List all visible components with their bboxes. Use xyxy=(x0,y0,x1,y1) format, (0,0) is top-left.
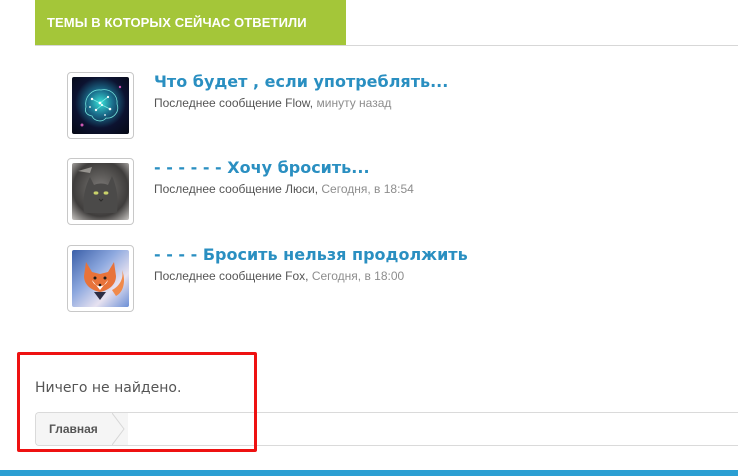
avatar[interactable] xyxy=(67,158,134,225)
highlight-box xyxy=(17,352,257,452)
neural-brain-avatar-icon xyxy=(72,77,129,134)
thread-last-post: Последнее сообщение Fox, Сегодня, в 18:0… xyxy=(154,269,404,283)
thread-item: Что будет , если употреблять... Последне… xyxy=(67,72,738,139)
footer-bar xyxy=(0,470,738,476)
last-post-time: Сегодня, в 18:54 xyxy=(321,182,414,196)
thread-title-link[interactable]: - - - - Бросить нельзя продолжить xyxy=(154,245,468,264)
thread-title-link[interactable]: Что будет , если употреблять... xyxy=(154,72,448,91)
cat-avatar-icon xyxy=(72,163,129,220)
thread-item: - - - - - - Хочу бросить... Последнее со… xyxy=(67,158,738,225)
thread-title-link[interactable]: - - - - - - Хочу бросить... xyxy=(154,158,370,177)
last-post-time: минуту назад xyxy=(316,96,392,110)
section-divider xyxy=(35,45,738,46)
last-post-author: Последнее сообщение Flow, xyxy=(154,96,314,110)
avatar[interactable] xyxy=(67,245,134,312)
last-post-time: Сегодня, в 18:00 xyxy=(311,269,405,283)
avatar[interactable] xyxy=(67,72,134,139)
fox-avatar-icon xyxy=(72,250,129,307)
section-header: ТЕМЫ В КОТОРЫХ СЕЙЧАС ОТВЕТИЛИ xyxy=(35,0,346,45)
thread-last-post: Последнее сообщение Люси, Сегодня, в 18:… xyxy=(154,182,414,196)
thread-item: - - - - Бросить нельзя продолжить Послед… xyxy=(67,245,738,312)
last-post-author: Последнее сообщение Fox, xyxy=(154,269,309,283)
thread-last-post: Последнее сообщение Flow, минуту назад xyxy=(154,96,391,110)
last-post-author: Последнее сообщение Люси, xyxy=(154,182,319,196)
